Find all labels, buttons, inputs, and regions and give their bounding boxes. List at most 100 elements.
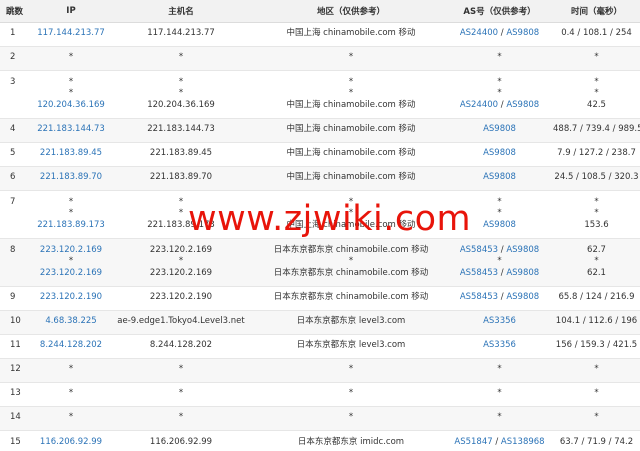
time-text: * [594,412,599,423]
as-link[interactable]: AS9808 [506,28,539,38]
as-cell: AS9808 [446,142,553,167]
region-text: 中国上海 chinamobile.com 移动 [286,28,416,39]
time-cell: * [553,358,640,383]
host-cell: ae-9.edge1.Tokyo4.Level3.net [106,310,256,335]
as-link[interactable]: AS58453 [460,245,498,255]
as-text: * [497,52,502,63]
ip-link[interactable]: 116.206.92.99 [40,437,102,447]
host-text: 116.206.92.99 [149,436,213,447]
ip-line: * [36,256,106,268]
host-text: 223.120.2.169 [149,267,213,278]
time-text: 42.5 [587,99,606,110]
region-text: 日本东京都东京 chinamobile.com 移动 [273,292,429,303]
time-line: 62.7 [553,245,640,257]
host-text: 120.204.36.169 [147,99,215,110]
hop-cell: 5 [0,142,36,167]
time-text: * [594,208,599,219]
table-row: 6 221.183.89.70 221.183.89.70 中国上海 chinamob… [0,166,640,191]
hop-cell: 14 [0,406,36,431]
host-cell: 223.120.2.169 * 223.120.2.169 [106,238,256,287]
host-cell: * [106,46,256,71]
as-link[interactable]: AS58453 [460,292,498,302]
header-as: AS号（仅供参考） [446,0,553,23]
as-cell: AS24400 / AS9808 [446,22,553,47]
as-link[interactable]: AS51847 [454,437,492,447]
time-text: * [594,364,599,375]
ip-text: * [68,388,74,399]
host-line: * [106,208,256,220]
region-text: 日本东京都东京 imidc.com [297,436,405,447]
as-link[interactable]: AS9808 [483,124,516,134]
host-text: ae-9.edge1.Tokyo4.Level3.net [117,316,245,327]
time-text: 156 / 159.3 / 421.5 [555,340,638,351]
as-link[interactable]: AS3356 [483,340,516,350]
hop-cell: 6 [0,166,36,191]
host-cell: 116.206.92.99 [106,430,256,451]
ip-link[interactable]: 221.183.89.70 [40,172,102,182]
region-cell: 日本东京都东京 level3.com [256,334,446,359]
as-line: AS58453 / AS9808 [446,245,553,257]
region-cell: 中国上海 chinamobile.com 移动 [256,166,446,191]
ip-link[interactable]: 221.183.89.45 [40,148,102,158]
as-link[interactable]: AS9808 [506,268,539,278]
as-cell: * [446,46,553,71]
host-text: * [178,412,184,423]
ip-link[interactable]: 4.68.38.225 [45,316,96,326]
time-cell: 7.9 / 127.2 / 238.7 [553,142,640,167]
region-cell: * * 中国上海 chinamobile.com 移动 [256,190,446,239]
hop-cell: 8 [0,238,36,287]
as-link[interactable]: AS9808 [506,245,539,255]
region-text: * [348,76,354,87]
hop-cell: 10 [0,310,36,335]
time-cell: * * 42.5 [553,70,640,119]
as-cell: * * AS9808 [446,190,553,239]
ip-cell: * [36,46,106,71]
ip-link[interactable]: 117.144.213.77 [37,28,105,38]
hop-cell: 11 [0,334,36,359]
host-cell: * [106,358,256,383]
time-cell: * * 153.6 [553,190,640,239]
as-link[interactable]: AS9808 [483,148,516,158]
ip-link[interactable]: 221.183.89.173 [37,220,105,230]
as-link[interactable]: AS3356 [483,316,516,326]
time-text: 153.6 [584,219,609,230]
table-row: 14 * * * * * [0,406,640,431]
hop-cell: 9 [0,286,36,311]
ip-line: 120.204.36.169 [36,100,106,112]
region-cell: * [256,382,446,407]
ip-cell: 116.206.92.99 [36,430,106,451]
region-cell: 中国上海 chinamobile.com 移动 [256,142,446,167]
region-cell: 中国上海 chinamobile.com 移动 [256,22,446,47]
ip-text: * [68,412,74,423]
region-text: * [348,208,354,219]
host-line: 223.120.2.169 [106,268,256,280]
ip-link[interactable]: 223.120.2.169 [40,245,102,255]
region-cell: 日本东京都东京 imidc.com [256,430,446,451]
ip-link[interactable]: 221.183.144.73 [37,124,105,134]
as-link[interactable]: AS9808 [506,100,539,110]
time-text: * [594,196,599,207]
ip-link[interactable]: 8.244.128.202 [40,340,102,350]
ip-cell: * * 221.183.89.173 [36,190,106,239]
as-link[interactable]: AS58453 [460,268,498,278]
host-text: * [178,256,184,267]
as-link[interactable]: AS9808 [483,220,516,230]
as-link[interactable]: AS24400 [460,28,498,38]
ip-text: * [68,196,74,207]
time-cell: 24.5 / 108.5 / 320.3 [553,166,640,191]
as-line: AS9808 [446,220,553,232]
ip-link[interactable]: 120.204.36.169 [37,100,105,110]
time-line: 153.6 [553,220,640,232]
time-cell: 63.7 / 71.9 / 74.2 [553,430,640,451]
as-link[interactable]: AS9808 [506,292,539,302]
time-text: 7.9 / 127.2 / 238.7 [557,148,636,159]
ip-link[interactable]: 223.120.2.169 [40,268,102,278]
host-cell: * [106,382,256,407]
as-link[interactable]: AS138968 [501,437,545,447]
ip-link[interactable]: 223.120.2.190 [40,292,102,302]
host-text: 221.183.89.70 [149,172,213,183]
as-link[interactable]: AS9808 [483,172,516,182]
as-text: * [497,88,502,99]
as-link[interactable]: AS24400 [460,100,498,110]
hop-cell: 1 [0,22,36,47]
